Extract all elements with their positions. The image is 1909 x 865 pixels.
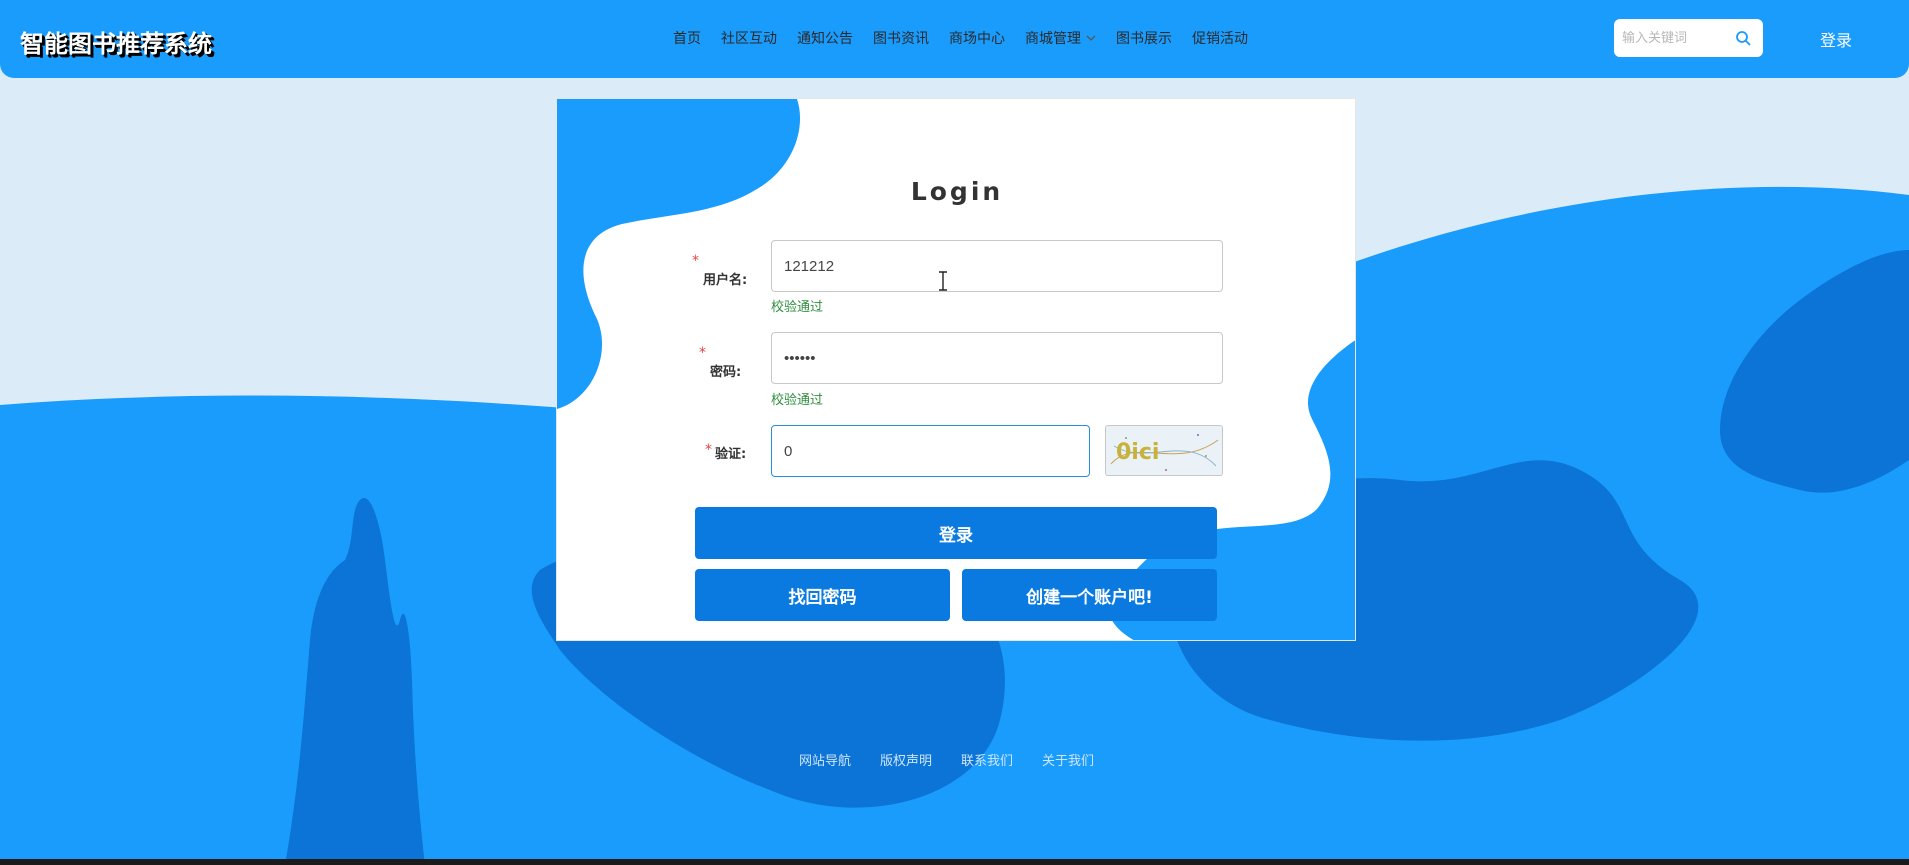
username-label: 用户名: xyxy=(703,273,748,288)
search-icon[interactable] xyxy=(1735,30,1751,46)
login-title: Login xyxy=(910,177,1004,206)
nav-item-notice[interactable]: 通知公告 xyxy=(797,28,853,48)
register-button[interactable]: 创建一个账户吧! xyxy=(962,569,1217,621)
login-button[interactable]: 登录 xyxy=(695,507,1217,559)
captcha-image[interactable]: 0ici xyxy=(1105,425,1223,476)
nav-item-home[interactable]: 首页 xyxy=(673,28,701,48)
required-mark: * xyxy=(699,345,706,361)
required-mark: * xyxy=(692,253,699,269)
captcha-text: 0ici xyxy=(1116,440,1159,465)
footer-link-about[interactable]: 关于我们 xyxy=(1042,750,1094,769)
password-input[interactable] xyxy=(771,332,1223,384)
taskbar-strip xyxy=(0,859,1909,865)
login-card: Login * 用户名: 校验通过 * 密码: 校验通过 * 验证: 0ici … xyxy=(556,98,1356,641)
username-valid-message: 校验通过 xyxy=(771,300,824,315)
nav-item-book-display[interactable]: 图书展示 xyxy=(1116,28,1172,48)
required-mark: * xyxy=(705,442,712,458)
search-input[interactable] xyxy=(1622,28,1727,48)
footer-link-copyright[interactable]: 版权声明 xyxy=(880,750,932,769)
captcha-input[interactable] xyxy=(771,425,1090,477)
chevron-down-icon xyxy=(1086,35,1096,41)
nav-item-community[interactable]: 社区互动 xyxy=(721,28,777,48)
footer-links: 网站导航 版权声明 联系我们 关于我们 xyxy=(799,750,1094,769)
site-title: 智能图书推荐系统 xyxy=(20,30,212,58)
header-login-link[interactable]: 登录 xyxy=(1820,27,1852,51)
footer-link-site-nav[interactable]: 网站导航 xyxy=(799,750,851,769)
password-label: 密码: xyxy=(710,365,742,380)
nav-item-promotion[interactable]: 促销活动 xyxy=(1192,28,1248,48)
password-valid-message: 校验通过 xyxy=(771,393,824,408)
nav-item-book-news[interactable]: 图书资讯 xyxy=(873,28,929,48)
nav-item-mall-center[interactable]: 商场中心 xyxy=(949,28,1005,48)
footer-link-contact[interactable]: 联系我们 xyxy=(961,750,1013,769)
top-header: 智能图书推荐系统 首页 社区互动 通知公告 图书资讯 商场中心 商城管理 图书展… xyxy=(0,0,1909,78)
nav-item-mall-manage[interactable]: 商城管理 xyxy=(1025,28,1096,48)
captcha-label: 验证: xyxy=(715,447,747,462)
username-input[interactable] xyxy=(771,240,1223,292)
search-box xyxy=(1614,19,1763,57)
main-nav: 首页 社区互动 通知公告 图书资讯 商场中心 商城管理 图书展示 促销活动 xyxy=(673,28,1248,48)
forgot-password-button[interactable]: 找回密码 xyxy=(695,569,950,621)
text-cursor-icon xyxy=(939,271,947,291)
